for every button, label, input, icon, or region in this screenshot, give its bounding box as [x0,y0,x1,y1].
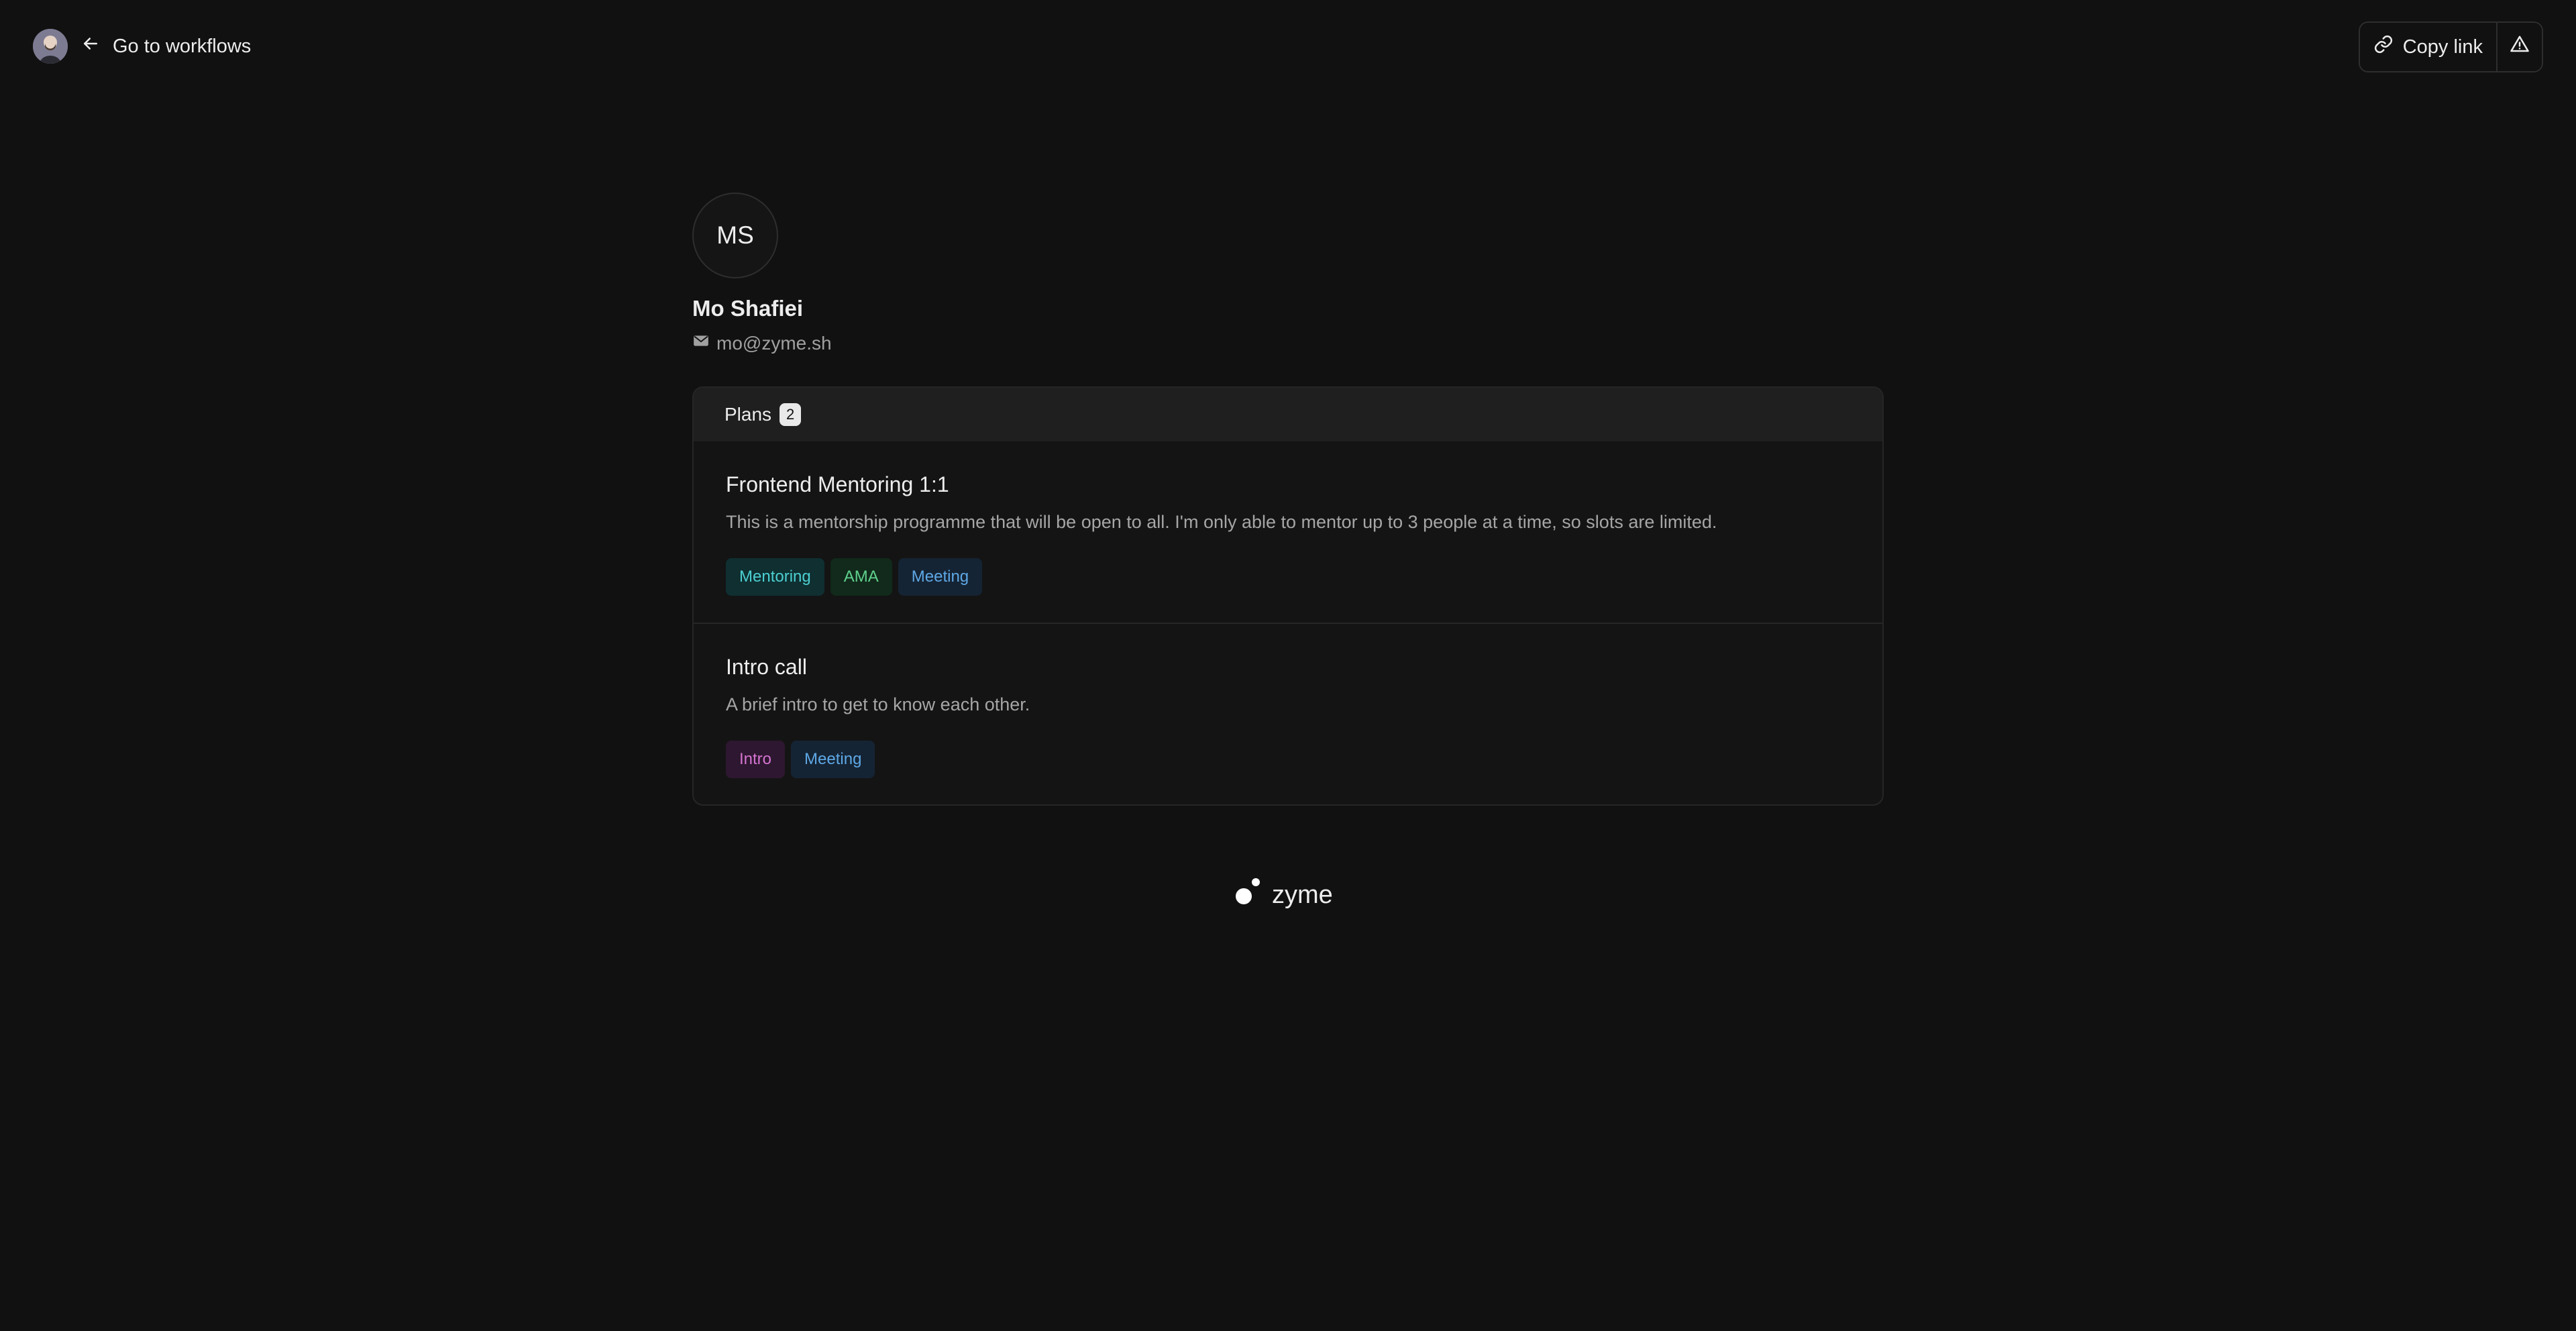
warning-icon [2510,34,2530,60]
plan-title: Frontend Mentoring 1:1 [726,472,949,496]
zyme-logo-icon [1234,877,1261,913]
tag-meeting: Meeting [791,741,875,778]
arrow-left-icon [80,34,101,59]
profile-section: MS Mo Shafiei mo@zyme.sh [692,193,1884,354]
user-avatar[interactable] [33,29,68,64]
back-link-label: Go to workflows [113,35,252,57]
plan-description: A brief intro to get to know each other. [726,694,1030,714]
go-to-workflows-link[interactable]: Go to workflows [80,31,251,62]
zyme-brand-logo[interactable]: zyme [1234,877,1333,913]
plan-title: Intro call [726,655,807,679]
tag-mentoring: Mentoring [726,558,824,596]
profile-initials-avatar: MS [692,193,778,278]
plan-description: This is a mentorship programme that will… [726,512,1717,532]
tag-meeting: Meeting [898,558,983,596]
mail-icon [692,332,710,354]
plan-tags: Mentoring AMA Meeting [726,558,1850,596]
link-icon [2373,34,2394,60]
profile-email: mo@zyme.sh [692,332,1884,354]
plan-item-intro-call[interactable]: Intro call A brief intro to get to know … [694,624,1882,804]
profile-name: Mo Shafiei [692,296,804,321]
report-button[interactable] [2496,23,2542,71]
tag-intro: Intro [726,741,786,778]
plan-item-frontend-mentoring[interactable]: Frontend Mentoring 1:1 This is a mentors… [694,441,1882,624]
plans-header: Plans 2 [694,388,1882,441]
copy-link-label: Copy link [2402,36,2483,58]
plan-tags: Intro Meeting [726,741,1850,778]
share-actions: Copy link [2358,21,2543,72]
plans-label: Plans [724,404,772,425]
profile-email-text: mo@zyme.sh [716,332,832,354]
plans-count-badge: 2 [780,403,802,426]
copy-link-button[interactable]: Copy link [2359,23,2496,71]
plans-card: Plans 2 Frontend Mentoring 1:1 This is a… [692,386,1884,806]
zyme-brand-text: zyme [1272,880,1333,909]
tag-ama: AMA [830,558,892,596]
top-bar: Go to workflows Copy link [0,0,2576,94]
